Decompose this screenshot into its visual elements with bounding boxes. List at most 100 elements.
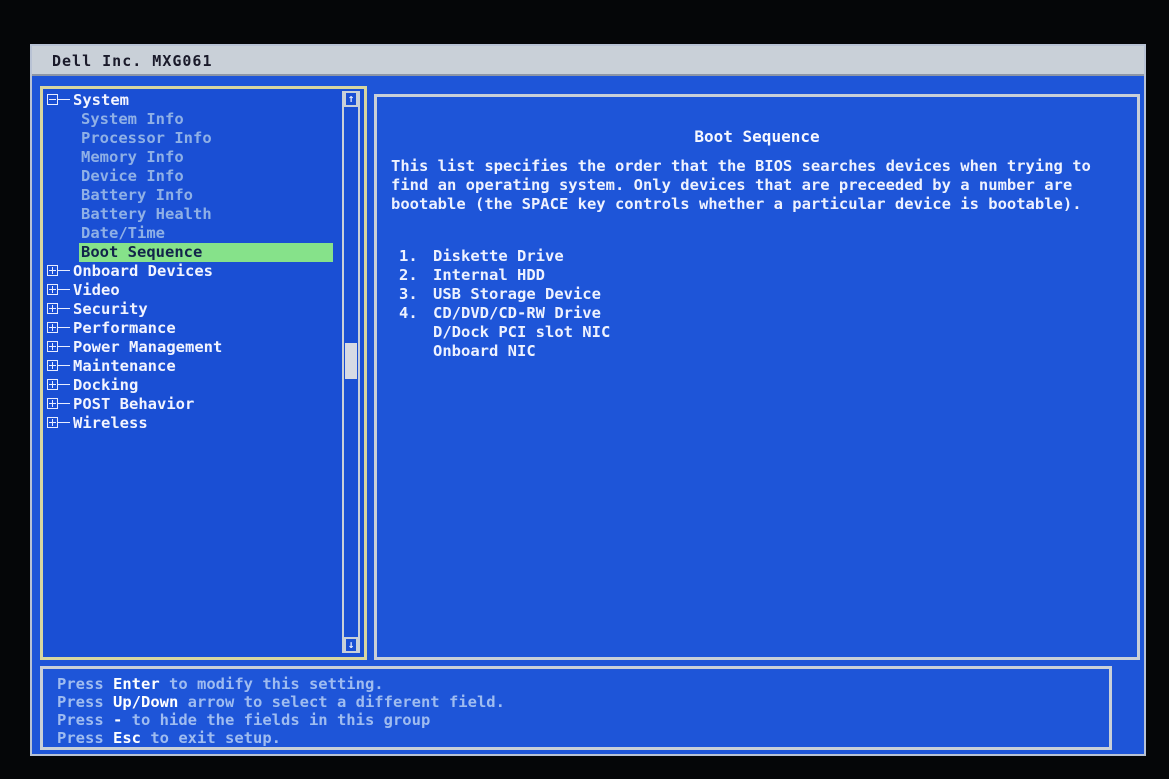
tree-group-power-management[interactable]: Power Management	[47, 338, 337, 357]
tree-group-video[interactable]: Video	[47, 281, 337, 300]
tree-connector	[58, 289, 70, 290]
tree-connector	[58, 346, 70, 347]
tree-group-security[interactable]: Security	[47, 300, 337, 319]
expand-icon[interactable]	[47, 303, 58, 314]
expand-icon[interactable]	[47, 360, 58, 371]
expand-icon[interactable]	[47, 341, 58, 352]
boot-device-label: Internal HDD	[433, 266, 545, 284]
settings-tree-pane: System System Info Processor Info Memory…	[40, 86, 367, 660]
settings-tree: System System Info Processor Info Memory…	[47, 91, 337, 433]
tree-group-performance[interactable]: Performance	[47, 319, 337, 338]
tree-group-label: Video	[73, 281, 120, 299]
tree-item-label: Device Info	[81, 167, 184, 185]
tree-group-label: Maintenance	[73, 357, 176, 375]
tree-group-label: Security	[73, 300, 148, 318]
tree-group-maintenance[interactable]: Maintenance	[47, 357, 337, 376]
tree-group-post-behavior[interactable]: POST Behavior	[47, 395, 337, 414]
boot-device-item[interactable]: 3. USB Storage Device	[399, 285, 610, 304]
tree-connector	[58, 384, 70, 385]
expand-icon[interactable]	[47, 284, 58, 295]
help-key: Enter	[113, 675, 160, 693]
scroll-down-arrow-icon[interactable]: ↓	[344, 637, 358, 653]
boot-device-number: 3.	[399, 285, 418, 303]
boot-device-label: Diskette Drive	[433, 247, 564, 265]
boot-device-item[interactable]: 2. Internal HDD	[399, 266, 610, 285]
tree-item-label: Processor Info	[81, 129, 212, 147]
tree-group-label: Docking	[73, 376, 139, 394]
help-line: Press Esc to exit setup.	[57, 729, 281, 747]
expand-icon[interactable]	[47, 379, 58, 390]
help-pane: Press Enter to modify this setting. Pres…	[40, 666, 1112, 750]
boot-device-number: 1.	[399, 247, 418, 265]
tree-item-battery-health[interactable]: Battery Health	[47, 205, 337, 224]
scrollbar-thumb[interactable]	[345, 343, 357, 379]
expand-icon[interactable]	[47, 398, 58, 409]
boot-device-item[interactable]: Onboard NIC	[399, 342, 610, 361]
expand-icon[interactable]	[47, 322, 58, 333]
tree-group-label: System	[73, 91, 129, 109]
help-line: Press - to hide the fields in this group	[57, 711, 430, 729]
tree-item-label: Date/Time	[81, 224, 165, 242]
tree-item-memory-info[interactable]: Memory Info	[47, 148, 337, 167]
tree-item-device-info[interactable]: Device Info	[47, 167, 337, 186]
help-suffix: arrow to select a different field.	[178, 693, 505, 711]
help-suffix: to hide the fields in this group	[122, 711, 431, 729]
boot-device-label: CD/DVD/CD-RW Drive	[433, 304, 601, 322]
tree-group-wireless[interactable]: Wireless	[47, 414, 337, 433]
help-key: Esc	[113, 729, 141, 747]
help-prefix: Press	[57, 729, 113, 747]
window-title: Dell Inc. MXG061	[52, 52, 213, 70]
boot-device-item[interactable]: 1. Diskette Drive	[399, 247, 610, 266]
tree-scrollbar[interactable]: ↑ ↓	[342, 91, 360, 653]
title-bar: Dell Inc. MXG061	[32, 46, 1144, 76]
tree-item-date-time[interactable]: Date/Time	[47, 224, 337, 243]
collapse-icon[interactable]	[47, 94, 58, 105]
scroll-up-arrow-icon[interactable]: ↑	[344, 91, 358, 107]
tree-item-label: Battery Health	[81, 205, 212, 223]
setting-detail-pane: Boot Sequence This list specifies the or…	[374, 94, 1140, 660]
tree-group-onboard-devices[interactable]: Onboard Devices	[47, 262, 337, 281]
setting-heading: Boot Sequence	[694, 127, 820, 146]
tree-item-label-selected: Boot Sequence	[79, 243, 333, 262]
boot-device-number: 4.	[399, 304, 418, 322]
help-prefix: Press	[57, 693, 113, 711]
expand-icon[interactable]	[47, 417, 58, 428]
boot-device-item[interactable]: D/Dock PCI slot NIC	[399, 323, 610, 342]
tree-connector	[58, 403, 70, 404]
help-key: -	[113, 711, 123, 729]
tree-group-system[interactable]: System	[47, 91, 337, 110]
tree-item-label: Battery Info	[81, 186, 193, 204]
tree-group-docking[interactable]: Docking	[47, 376, 337, 395]
tree-group-label: Performance	[73, 319, 176, 337]
tree-item-system-info[interactable]: System Info	[47, 110, 337, 129]
help-line: Press Up/Down arrow to select a differen…	[57, 693, 505, 711]
tree-item-processor-info[interactable]: Processor Info	[47, 129, 337, 148]
help-prefix: Press	[57, 711, 113, 729]
expand-icon[interactable]	[47, 265, 58, 276]
boot-device-label: D/Dock PCI slot NIC	[433, 323, 611, 341]
tree-item-battery-info[interactable]: Battery Info	[47, 186, 337, 205]
tree-connector	[58, 365, 70, 366]
setting-description: This list specifies the order that the B…	[391, 157, 1091, 213]
tree-connector	[58, 327, 70, 328]
tree-connector	[58, 99, 70, 100]
boot-device-label: Onboard NIC	[433, 342, 536, 360]
tree-connector	[58, 270, 70, 271]
help-prefix: Press	[57, 675, 113, 693]
bios-screen: Dell Inc. MXG061 System System Info Proc…	[30, 44, 1146, 756]
tree-item-label: Memory Info	[81, 148, 184, 166]
help-suffix: to exit setup.	[141, 729, 281, 747]
boot-device-item[interactable]: 4. CD/DVD/CD-RW Drive	[399, 304, 610, 323]
boot-device-label: USB Storage Device	[433, 285, 601, 303]
help-key: Up/Down	[113, 693, 179, 711]
tree-connector	[58, 308, 70, 309]
tree-group-label: Power Management	[73, 338, 223, 356]
tree-group-label: Wireless	[73, 414, 148, 432]
tree-item-boot-sequence[interactable]: Boot Sequence	[47, 243, 337, 262]
boot-device-number: 2.	[399, 266, 418, 284]
tree-connector	[58, 422, 70, 423]
tree-group-label: POST Behavior	[73, 395, 195, 413]
tree-group-label: Onboard Devices	[73, 262, 213, 280]
help-suffix: to modify this setting.	[159, 675, 384, 693]
tree-item-label: System Info	[81, 110, 184, 128]
